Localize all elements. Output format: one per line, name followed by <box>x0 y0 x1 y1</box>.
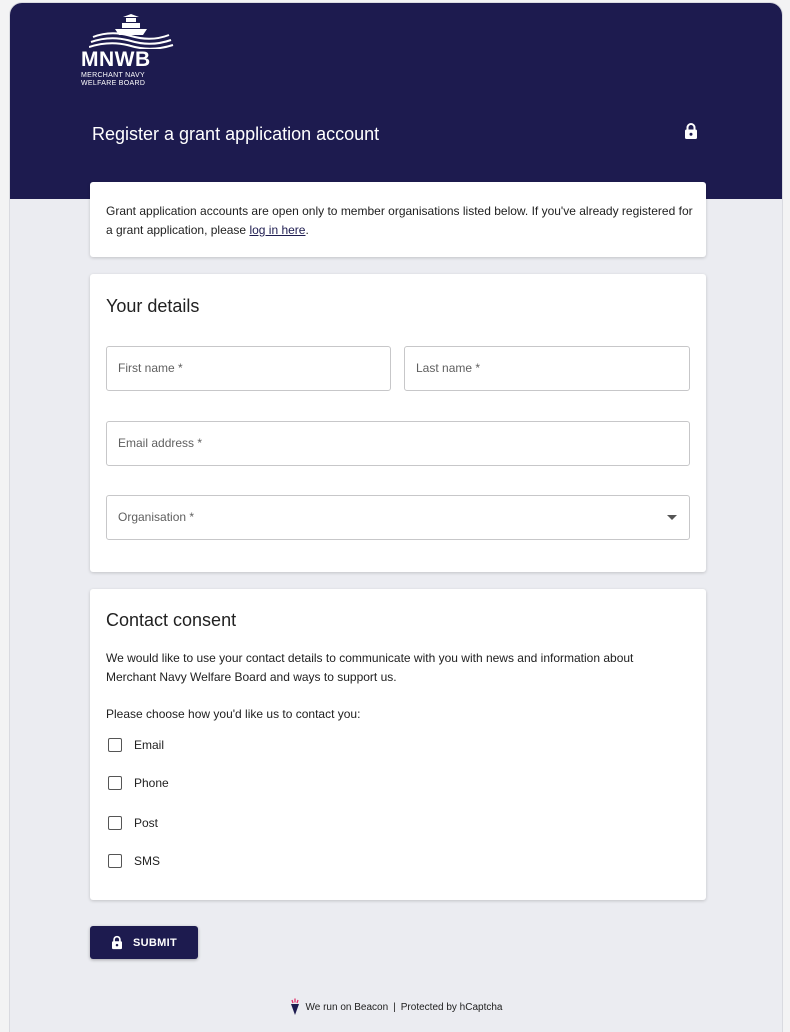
page-title: Register a grant application account <box>92 124 380 144</box>
organisation-select[interactable]: Organisation * <box>106 495 690 540</box>
info-text: Grant application accounts are open only… <box>106 202 696 240</box>
page-header: MNWB MERCHANT NAVY WELFARE BOARD Registe… <box>10 3 782 199</box>
organisation-label: Organisation * <box>118 510 195 524</box>
phone-checkbox-label[interactable]: Phone <box>134 776 169 790</box>
page-footer: We run on Beacon | Protected by hCaptcha <box>10 997 782 1017</box>
hcaptcha-link[interactable]: Protected by hCaptcha <box>401 1002 503 1013</box>
first-name-label: First name * <box>118 361 183 375</box>
sms-checkbox[interactable] <box>108 854 122 868</box>
consent-option-phone[interactable]: Phone <box>106 773 169 793</box>
consent-option-email[interactable]: Email <box>106 735 164 755</box>
ship-waves-logo-icon <box>89 14 174 49</box>
logo-subtitle-line2: WELFARE BOARD <box>81 80 146 87</box>
info-text-end: . <box>305 223 309 237</box>
your-details-card: Your details First name * Last name * Em… <box>90 274 706 572</box>
app-window: MNWB MERCHANT NAVY WELFARE BOARD Registe… <box>10 3 782 1032</box>
contact-consent-card: Contact consent We would like to use you… <box>90 589 706 900</box>
email-label: Email address * <box>118 436 203 450</box>
info-card: Grant application accounts are open only… <box>90 182 706 257</box>
consent-description: We would like to use your contact detail… <box>106 651 634 684</box>
lock-icon <box>684 122 698 145</box>
beacon-link[interactable]: We run on Beacon <box>306 1002 389 1013</box>
footer-separator: | <box>393 1001 396 1013</box>
email-checkbox-label[interactable]: Email <box>134 738 164 752</box>
sms-checkbox-label[interactable]: SMS <box>134 854 160 868</box>
phone-checkbox[interactable] <box>108 776 122 790</box>
submit-button[interactable]: SUBMIT <box>90 926 198 959</box>
chevron-down-icon <box>667 515 677 520</box>
logo-subtitle-line1: MERCHANT NAVY <box>81 72 145 79</box>
last-name-label: Last name * <box>416 361 481 375</box>
contact-consent-title: Contact consent <box>106 610 237 630</box>
logo-acronym: MNWB <box>81 48 151 71</box>
mnwb-logo[interactable]: MNWB MERCHANT NAVY WELFARE BOARD <box>81 13 181 93</box>
last-name-field[interactable]: Last name * <box>404 346 690 391</box>
post-checkbox[interactable] <box>108 816 122 830</box>
logo-subtitle: MERCHANT NAVY WELFARE BOARD <box>81 72 191 88</box>
info-text-body: Grant application accounts are open only… <box>106 204 693 237</box>
submit-button-label: SUBMIT <box>133 936 177 949</box>
torch-icon <box>290 998 300 1016</box>
lock-icon <box>111 935 123 950</box>
your-details-title: Your details <box>106 296 200 316</box>
consent-option-post[interactable]: Post <box>106 813 158 833</box>
email-field[interactable]: Email address * <box>106 421 690 466</box>
post-checkbox-label[interactable]: Post <box>134 816 158 830</box>
consent-prompt: Please choose how you'd like us to conta… <box>106 707 361 721</box>
email-checkbox[interactable] <box>108 738 122 752</box>
first-name-field[interactable]: First name * <box>106 346 391 391</box>
login-link[interactable]: log in here <box>249 223 305 237</box>
consent-option-sms[interactable]: SMS <box>106 851 160 871</box>
